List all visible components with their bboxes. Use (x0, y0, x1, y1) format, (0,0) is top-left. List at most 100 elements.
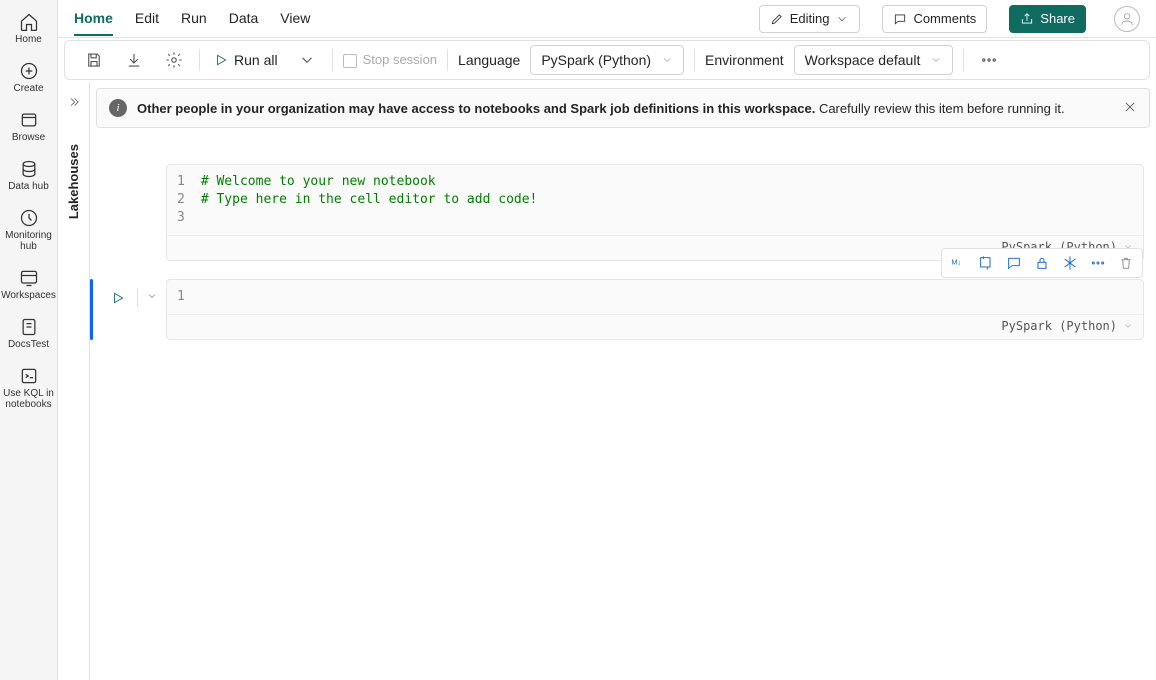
banner-rest: Carefully review this item before runnin… (819, 101, 1065, 116)
home-icon (19, 12, 39, 32)
code-cell[interactable]: M↓1PySpark (Python) (90, 279, 1144, 340)
main-area: Home Edit Run Data View Editing Comments… (58, 0, 1156, 680)
cells-container: 123# Welcome to your new notebook# Type … (90, 134, 1156, 680)
banner-strong: Other people in your organization may ha… (137, 101, 815, 116)
language-select[interactable]: PySpark (Python) (530, 45, 684, 75)
language-label: Language (458, 52, 520, 68)
tab-view[interactable]: View (280, 2, 310, 36)
markdown-toggle-button[interactable]: M↓ (944, 251, 972, 275)
expand-explorer-button[interactable] (62, 90, 86, 114)
nav-data-hub-label: Data hub (8, 181, 49, 192)
security-banner: i Other people in your organization may … (96, 88, 1150, 128)
share-button[interactable]: Share (1009, 5, 1086, 33)
code-cell[interactable]: 123# Welcome to your new notebook# Type … (90, 164, 1144, 261)
cell-toolbar: M↓ (941, 248, 1143, 278)
more-icon (980, 51, 998, 69)
run-cell-button[interactable] (105, 285, 131, 311)
data-hub-icon (19, 159, 39, 179)
nav-use-kql[interactable]: Use KQL in notebooks (2, 362, 56, 416)
environment-label: Environment (705, 52, 784, 68)
code-lines[interactable] (201, 288, 1133, 306)
tab-edit[interactable]: Edit (135, 2, 159, 36)
more-options-button[interactable] (974, 45, 1004, 75)
editing-label: Editing (790, 11, 830, 26)
cell-language-selector[interactable]: PySpark (Python) (167, 314, 1143, 339)
nav-browse-label: Browse (12, 132, 45, 143)
editing-mode-button[interactable]: Editing (759, 5, 861, 33)
svg-text:M↓: M↓ (951, 257, 961, 266)
nav-create-label: Create (13, 83, 43, 94)
run-all-label: Run all (234, 52, 278, 68)
nav-workspaces[interactable]: Workspaces (2, 264, 56, 307)
nav-data-hub[interactable]: Data hub (2, 155, 56, 198)
environment-select[interactable]: Workspace default (794, 45, 954, 75)
run-cell-dropdown[interactable] (144, 285, 160, 302)
kql-icon (19, 366, 39, 386)
notebook-content: i Other people in your organization may … (90, 82, 1156, 680)
stop-session-button[interactable]: Stop session (343, 52, 437, 68)
explorer-title[interactable]: Lakehouses (66, 144, 81, 219)
markdown-toggle-icon: M↓ (950, 255, 966, 271)
comment-icon (893, 12, 907, 26)
freeze-cell-icon (1062, 255, 1078, 271)
tab-data[interactable]: Data (229, 2, 259, 36)
workspaces-icon (19, 268, 39, 288)
nav-home[interactable]: Home (2, 8, 56, 51)
lock-cell-button[interactable] (1028, 251, 1056, 275)
left-navigation-rail: Home Create Browse Data hub Monitoring h… (0, 0, 58, 680)
chevron-down-icon (298, 51, 316, 69)
close-icon (1123, 100, 1137, 114)
settings-button[interactable] (159, 45, 189, 75)
comments-button[interactable]: Comments (882, 5, 987, 33)
cell-language-label: PySpark (Python) (1001, 319, 1117, 333)
line-numbers: 123 (177, 173, 201, 227)
ribbon-tab-bar: Home Edit Run Data View Editing Comments… (58, 0, 1156, 38)
command-bar: Run all Stop session Language PySpark (P… (64, 40, 1150, 80)
chevron-down-icon (835, 12, 849, 26)
chevron-down-icon (146, 290, 158, 302)
freeze-cell-button[interactable] (1056, 251, 1084, 275)
stop-checkbox-icon (343, 54, 357, 68)
cell-gutter (90, 279, 166, 340)
cell-editor[interactable]: M↓1PySpark (Python) (166, 279, 1144, 340)
user-avatar[interactable] (1114, 6, 1140, 32)
nav-home-label: Home (15, 34, 42, 45)
nav-browse[interactable]: Browse (2, 106, 56, 149)
run-all-button[interactable]: Run all (210, 50, 282, 70)
tab-run[interactable]: Run (181, 2, 207, 36)
run-all-dropdown[interactable] (292, 45, 322, 75)
person-icon (1119, 11, 1135, 27)
download-icon (125, 51, 143, 69)
delete-cell-button[interactable] (1112, 251, 1140, 275)
delete-cell-icon (1118, 255, 1134, 271)
environment-value: Workspace default (805, 52, 921, 68)
convert-cell-button[interactable] (972, 251, 1000, 275)
code-lines[interactable]: # Welcome to your new notebook# Type her… (201, 173, 1133, 227)
tab-home[interactable]: Home (74, 2, 113, 36)
share-icon (1020, 12, 1034, 26)
nav-docstest-label: DocsTest (8, 339, 49, 350)
save-button[interactable] (79, 45, 109, 75)
info-icon: i (109, 99, 127, 117)
language-value: PySpark (Python) (541, 52, 651, 68)
nav-docstest[interactable]: DocsTest (2, 313, 56, 356)
explorer-pane-collapsed: Lakehouses (58, 82, 90, 680)
browse-icon (19, 110, 39, 130)
pencil-icon (770, 12, 784, 26)
chevron-down-icon (930, 54, 942, 66)
cell-gutter (90, 164, 166, 261)
cell-editor[interactable]: 123# Welcome to your new notebook# Type … (166, 164, 1144, 261)
comment-cell-button[interactable] (1000, 251, 1028, 275)
download-button[interactable] (119, 45, 149, 75)
banner-close-button[interactable] (1123, 100, 1137, 117)
plus-circle-icon (19, 61, 39, 81)
nav-workspaces-label: Workspaces (1, 290, 56, 301)
more-cell-button[interactable] (1084, 251, 1112, 275)
comments-label: Comments (913, 11, 976, 26)
nav-monitoring-hub[interactable]: Monitoring hub (2, 204, 56, 258)
banner-text: Other people in your organization may ha… (137, 101, 1065, 116)
chevron-down-icon (1123, 321, 1133, 331)
nav-create[interactable]: Create (2, 57, 56, 100)
lock-cell-icon (1034, 255, 1050, 271)
chevron-right-double-icon (67, 95, 81, 109)
